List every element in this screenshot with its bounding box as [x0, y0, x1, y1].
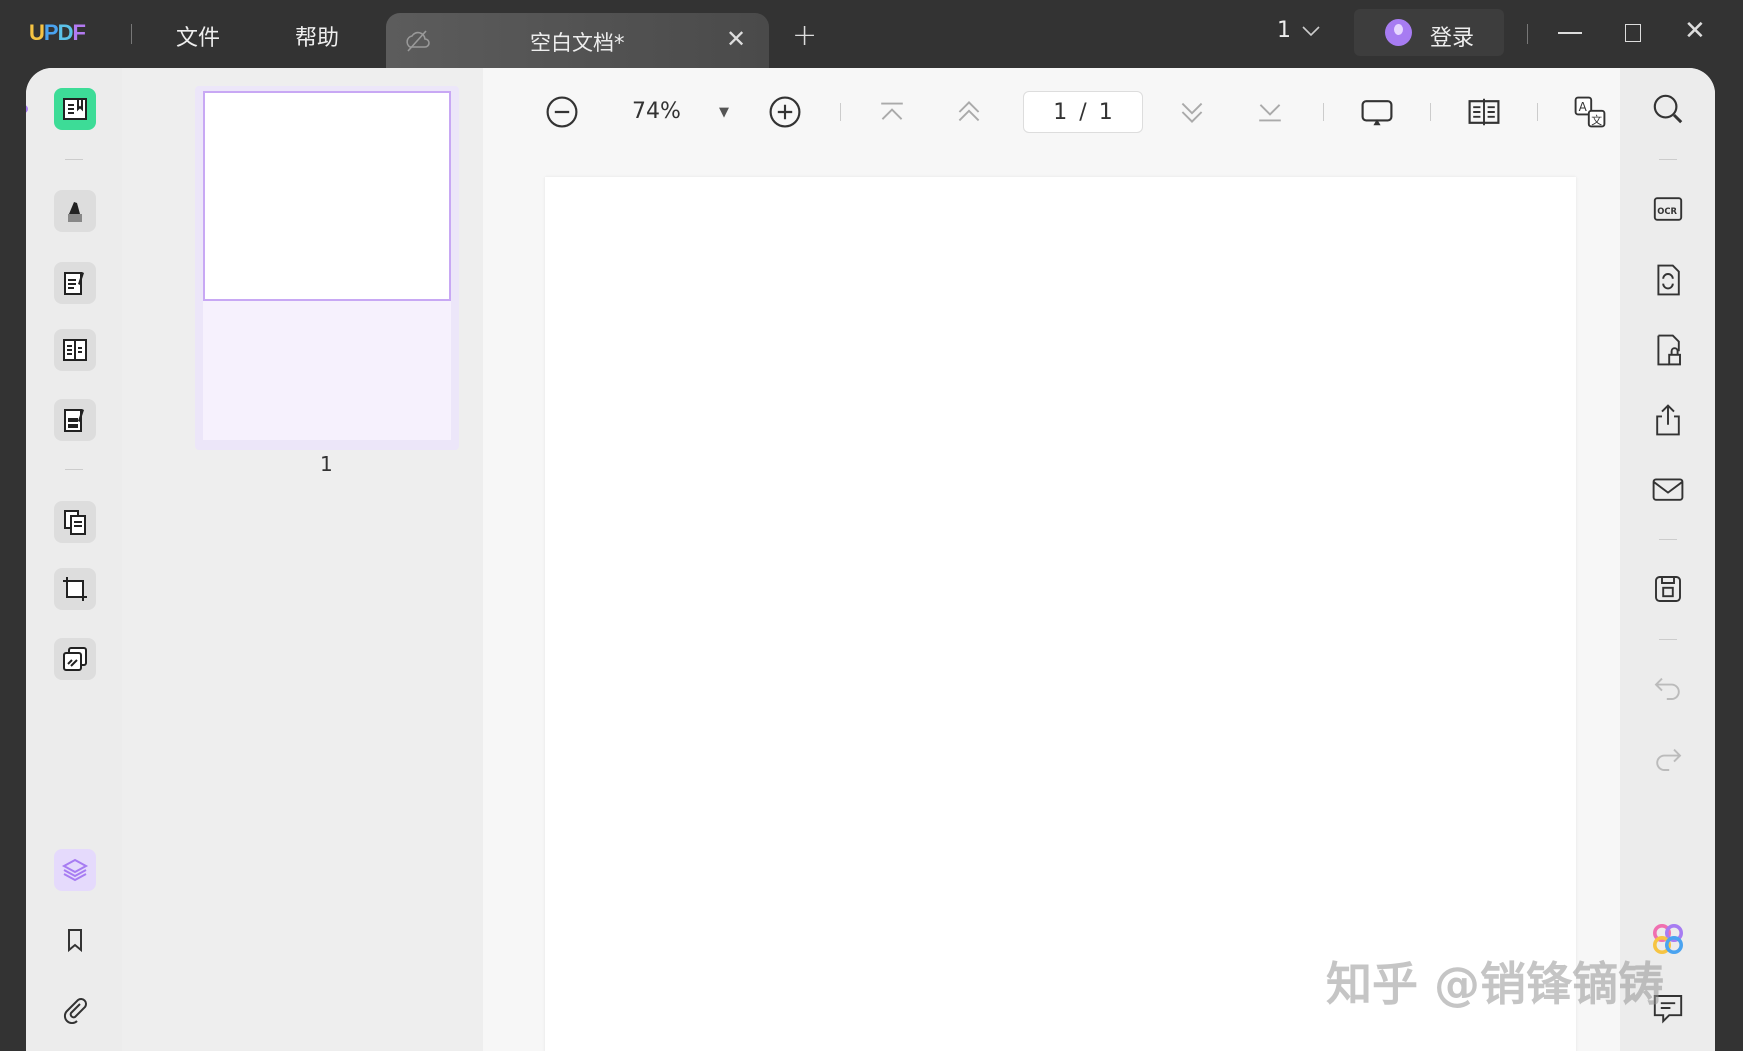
watermark: 知乎 @销锋镝铸 — [1326, 957, 1665, 1011]
undo-icon[interactable] — [1650, 669, 1686, 705]
document-area: 74% ▼ 1 / 1 A文 — [483, 68, 1646, 1051]
svg-text:OCR: OCR — [1657, 206, 1677, 216]
thumbnail-panel: 1 — [122, 68, 483, 1051]
tab-title: 空白文档* — [530, 31, 625, 55]
next-page-icon[interactable] — [1174, 94, 1210, 130]
close-window-button[interactable]: ✕ — [1684, 16, 1706, 46]
thumbnail-page-1[interactable] — [195, 86, 459, 450]
comment-button[interactable] — [54, 190, 96, 232]
email-icon[interactable] — [1650, 471, 1686, 507]
bookmark-icon — [68, 929, 82, 953]
zoom-dropdown-icon[interactable]: ▼ — [719, 105, 729, 120]
paperclip-icon — [63, 998, 87, 1024]
edit-document-icon — [64, 272, 84, 295]
chevron-down-icon[interactable] — [1302, 25, 1320, 37]
avatar-icon — [1385, 19, 1412, 46]
page-number-input[interactable]: 1 / 1 — [1023, 91, 1143, 133]
book-icon — [63, 98, 87, 120]
right-toolbar: OCR — [1620, 68, 1715, 1051]
zoom-level[interactable]: 74% — [632, 99, 681, 124]
thumbnail-highlight — [203, 301, 451, 440]
watermark-button[interactable] — [54, 638, 96, 680]
highlighter-icon — [68, 202, 82, 222]
menu-help[interactable]: 帮助 — [295, 20, 339, 52]
active-indicator — [26, 105, 28, 113]
presentation-icon[interactable] — [1359, 94, 1395, 130]
page-layout-icon[interactable] — [1466, 94, 1502, 130]
bookmark-button[interactable] — [54, 919, 96, 961]
edit-pdf-button[interactable] — [54, 262, 96, 304]
thumbnail-label: 1 — [320, 452, 333, 476]
pages-icon — [64, 510, 86, 535]
divider — [65, 469, 83, 470]
divider — [1659, 639, 1677, 640]
crop-icon — [63, 577, 87, 601]
reader-mode-button[interactable] — [54, 88, 96, 130]
close-tab-icon[interactable]: ✕ — [726, 25, 746, 53]
layers-icon — [61, 858, 89, 882]
updf-logo: UPDF — [29, 20, 86, 45]
svg-text:文: 文 — [1591, 113, 1602, 127]
thumbnail-image — [203, 91, 451, 301]
login-label: 登录 — [1430, 26, 1475, 51]
document-tab[interactable]: 空白文档* ✕ — [386, 13, 769, 69]
menu-file[interactable]: 文件 — [176, 20, 220, 52]
left-toolbar — [26, 68, 122, 1051]
form-button[interactable] — [54, 329, 96, 371]
divider — [1323, 103, 1324, 121]
pdf-page[interactable] — [545, 177, 1576, 1051]
divider — [1430, 103, 1431, 121]
login-button[interactable]: 登录 — [1354, 9, 1504, 56]
last-page-icon[interactable] — [1252, 94, 1288, 130]
save-icon[interactable] — [1650, 571, 1686, 607]
previous-page-icon[interactable] — [951, 94, 987, 130]
divider — [65, 159, 83, 160]
redo-icon[interactable] — [1650, 740, 1686, 776]
svg-text:A: A — [1579, 100, 1588, 114]
app-body: 1 74% ▼ 1 / 1 A文 OCR 知乎 @销锋镝铸 — [26, 68, 1715, 1051]
first-page-icon[interactable] — [874, 94, 910, 130]
current-page: 1 — [1053, 99, 1068, 125]
layers-button[interactable] — [54, 849, 96, 891]
zoom-in-icon[interactable] — [767, 94, 803, 130]
protect-icon[interactable] — [1650, 332, 1686, 368]
divider — [1527, 24, 1528, 44]
organize-pages-button[interactable] — [54, 501, 96, 543]
minimize-button[interactable] — [1558, 32, 1582, 34]
attachment-button[interactable] — [54, 988, 96, 1030]
divider — [1659, 539, 1677, 540]
share-icon[interactable] — [1650, 402, 1686, 438]
new-tab-button[interactable]: + — [792, 18, 817, 53]
unsaved-cloud-icon — [406, 30, 430, 52]
ocr-icon[interactable]: OCR — [1650, 191, 1686, 227]
divider — [1659, 159, 1677, 160]
window-count[interactable]: 1 — [1277, 18, 1291, 43]
zoom-out-icon[interactable] — [544, 94, 580, 130]
divider — [1537, 103, 1538, 121]
page-separator: / — [1079, 99, 1087, 125]
redact-icon — [64, 409, 84, 432]
divider — [131, 24, 132, 44]
convert-icon[interactable] — [1650, 262, 1686, 298]
search-icon[interactable] — [1650, 91, 1686, 127]
total-pages: 1 — [1098, 99, 1113, 125]
maximize-button[interactable] — [1625, 24, 1641, 42]
divider — [840, 103, 841, 121]
layers-page-icon — [63, 647, 87, 671]
translate-icon[interactable]: A文 — [1572, 94, 1608, 130]
redact-button[interactable] — [54, 399, 96, 441]
form-icon — [63, 339, 87, 361]
crop-button[interactable] — [54, 568, 96, 610]
